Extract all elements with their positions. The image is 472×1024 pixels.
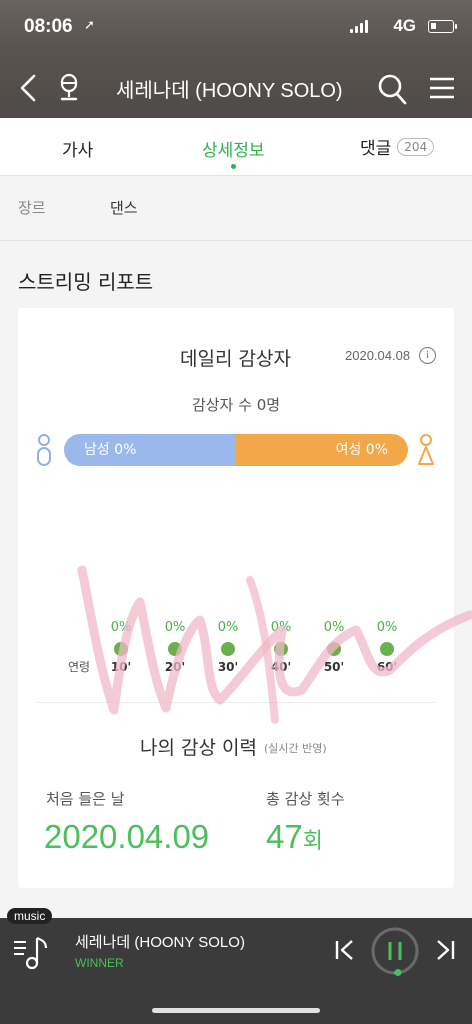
age-group: 0% 30'	[208, 620, 248, 674]
signal-icon	[350, 20, 368, 33]
age-bucket: 20'	[164, 660, 186, 674]
age-group: 0% 50'	[314, 620, 354, 674]
network-type: 4G	[393, 16, 416, 35]
section-title: 스트리밍 리포트	[18, 270, 154, 294]
search-icon[interactable]	[376, 72, 408, 106]
mini-player[interactable]: music 세레나데 (HOONY SOLO) WINNER	[0, 908, 472, 1024]
tab-bar: 가사 상세정보 댓글 204	[0, 118, 472, 176]
comments-count-badge: 204	[397, 137, 435, 156]
info-icon[interactable]: i	[419, 347, 436, 364]
listener-count: 감상자 수 0명	[191, 396, 281, 414]
navbar: 세레나데 (HOONY SOLO)	[0, 60, 472, 116]
queue-icon[interactable]	[12, 932, 50, 972]
age-bucket: 30'	[217, 660, 239, 674]
female-share: 여성 0%	[236, 434, 408, 466]
age-group: 0% 10'	[101, 620, 141, 674]
tab-lyrics[interactable]: 가사	[62, 136, 93, 161]
age-bucket: 10'	[110, 660, 132, 674]
history-subtitle: (실시간 반영)	[264, 742, 327, 755]
first-listen-date: 2020.04.09	[44, 818, 210, 855]
daily-date: 2020.04.08	[345, 348, 411, 363]
total-plays-unit: 회	[302, 828, 323, 853]
age-group: 0% 20'	[155, 620, 195, 674]
menu-icon[interactable]	[428, 76, 456, 100]
age-percent: 0%	[217, 620, 239, 635]
music-tag: music	[7, 908, 53, 924]
age-dot	[274, 642, 288, 656]
age-bucket: 50'	[323, 660, 345, 674]
age-bucket: 40'	[270, 660, 292, 674]
age-bucket: 60'	[376, 660, 398, 674]
header: 08:06 ➚ 4G 세레나데 (HOONY SOLO)	[0, 0, 472, 118]
age-group: 0% 60'	[367, 620, 407, 674]
back-icon[interactable]	[14, 70, 44, 106]
genre-row: 장르 댄스	[0, 177, 472, 241]
male-share: 남성 0%	[64, 434, 236, 466]
total-plays-label: 총 감상 횟수	[266, 790, 345, 808]
age-dot	[221, 642, 235, 656]
age-group: 0% 40'	[261, 620, 301, 674]
history-title: 나의 감상 이력	[140, 737, 257, 759]
age-percent: 0%	[110, 620, 132, 635]
status-time: 08:06	[24, 16, 73, 37]
age-percent: 0%	[164, 620, 186, 635]
female-icon	[418, 434, 434, 465]
player-artist[interactable]: WINNER	[75, 956, 124, 970]
streaming-report-card: 데일리 감상자 2020.04.08 i 감상자 수 0명 남성 0% 여성 0…	[18, 308, 454, 888]
age-label: 연령	[68, 660, 91, 674]
tab-comments[interactable]: 댓글 204	[360, 134, 435, 159]
age-dot	[114, 642, 128, 656]
home-indicator	[152, 1008, 320, 1013]
battery-icon	[428, 20, 457, 33]
total-plays-value: 47회	[266, 818, 323, 856]
next-icon[interactable]	[432, 936, 458, 964]
tab-comments-label: 댓글	[360, 139, 392, 159]
age-dot	[168, 642, 182, 656]
age-percent: 0%	[376, 620, 398, 635]
total-plays-number: 47	[266, 818, 303, 855]
active-tab-indicator	[230, 164, 236, 169]
tab-detail-label: 상세정보	[202, 141, 265, 161]
location-icon: ➚	[84, 18, 95, 33]
status-bar: 08:06 ➚ 4G	[0, 12, 472, 46]
gender-bar: 남성 0% 여성 0%	[64, 434, 408, 466]
pause-icon[interactable]	[370, 926, 420, 976]
microphone-icon[interactable]	[54, 72, 84, 106]
male-icon	[37, 434, 51, 466]
genre-value: 댄스	[110, 199, 138, 217]
tab-detail[interactable]: 상세정보	[202, 136, 265, 169]
divider	[36, 702, 436, 703]
player-track-title[interactable]: 세레나데 (HOONY SOLO)	[75, 931, 245, 952]
daily-listeners-title: 데일리 감상자	[180, 348, 291, 370]
age-percent: 0%	[323, 620, 345, 635]
age-percent: 0%	[270, 620, 292, 635]
previous-icon[interactable]	[332, 936, 358, 964]
genre-label: 장르	[18, 199, 46, 217]
age-dot	[327, 642, 341, 656]
first-listen-label: 처음 들은 날	[46, 790, 125, 808]
age-dot	[380, 642, 394, 656]
page-title: 세레나데 (HOONY SOLO)	[116, 80, 343, 102]
